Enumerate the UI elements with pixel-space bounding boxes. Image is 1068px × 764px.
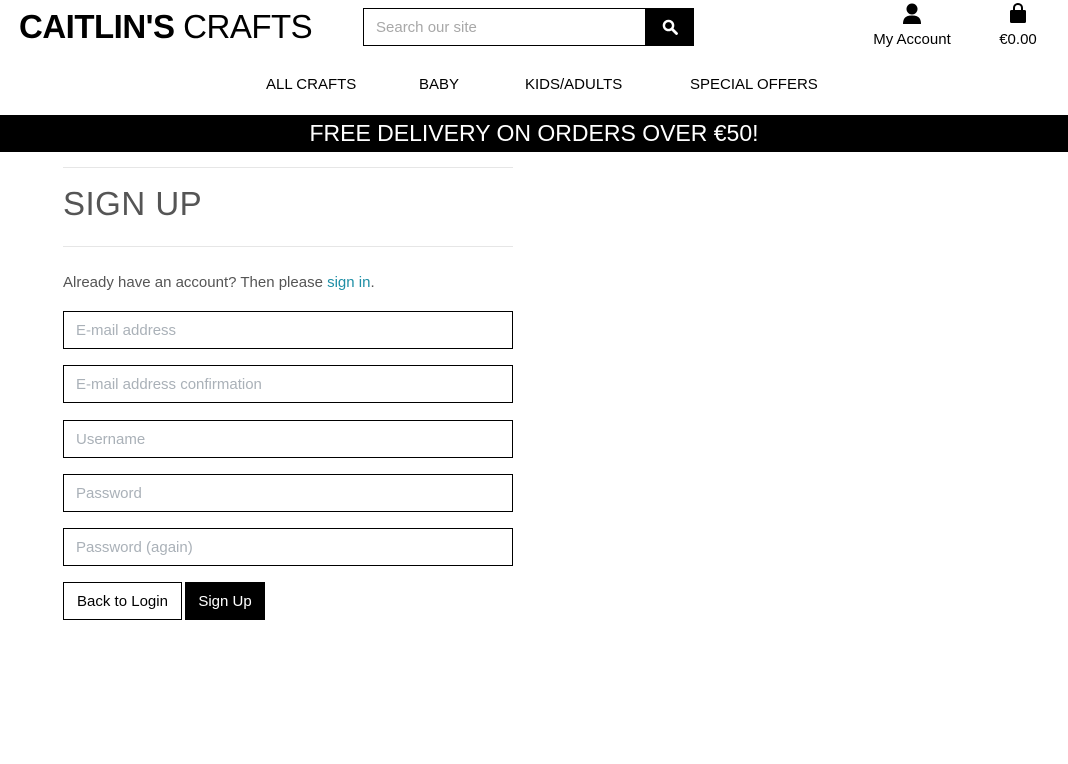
username-field[interactable] [63,420,513,458]
site-header: CAITLIN'S CRAFTS My Account €0.00 [0,0,1068,115]
email-field[interactable] [63,311,513,349]
search-form [363,8,694,46]
bag-total: €0.00 [999,31,1037,48]
signin-prompt-suffix: . [370,274,375,291]
search-input[interactable] [363,8,645,46]
password-field[interactable] [63,474,513,512]
email-confirmation-field[interactable] [63,365,513,403]
user-icon [860,2,964,26]
sign-up-button[interactable]: Sign Up [185,582,265,620]
nav-item-kids-adults[interactable]: KIDS/ADULTS [525,76,622,93]
search-button[interactable] [645,8,694,46]
signin-prompt: Already have an account? Then please sig… [63,274,375,291]
divider-mid [63,246,513,247]
logo-bold-text: CAITLIN'S [19,8,175,45]
my-account-label: My Account [873,31,951,48]
divider-top [63,167,513,168]
site-logo[interactable]: CAITLIN'S CRAFTS [19,8,313,46]
logo-light-text: CRAFTS [174,8,313,45]
nav-item-baby[interactable]: BABY [419,76,459,93]
shopping-bag-icon [988,2,1048,26]
back-to-login-button[interactable]: Back to Login [63,582,182,620]
my-account-link[interactable]: My Account [860,2,964,48]
nav-item-all-crafts[interactable]: ALL CRAFTS [266,76,356,93]
banner-text: FREE DELIVERY ON ORDERS OVER €50! [309,120,759,146]
signin-link[interactable]: sign in [327,274,370,291]
shopping-bag-link[interactable]: €0.00 [988,2,1048,48]
search-icon [662,19,678,35]
signin-prompt-text: Already have an account? Then please [63,274,328,291]
nav-item-special-offers[interactable]: SPECIAL OFFERS [690,76,818,93]
page-title: SIGN UP [63,185,203,222]
free-delivery-banner: FREE DELIVERY ON ORDERS OVER €50! [0,115,1068,152]
password-again-field[interactable] [63,528,513,566]
main-nav: ALL CRAFTS BABY KIDS/ADULTS SPECIAL OFFE… [0,76,1068,98]
